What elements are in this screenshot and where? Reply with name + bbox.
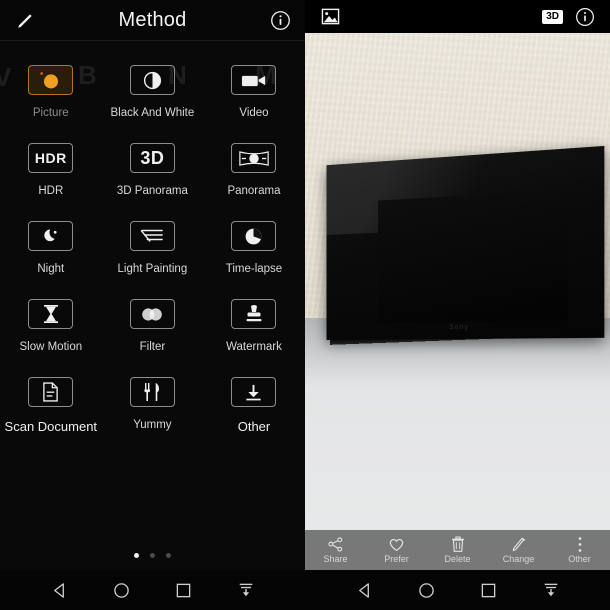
mode-item-picture[interactable]: Picture	[0, 59, 102, 137]
toolbar-label: Share	[323, 554, 348, 564]
mode-item-panorama[interactable]: Panorama	[203, 137, 305, 215]
mode-label: Picture	[32, 107, 69, 119]
photo-image[interactable]: Sony	[305, 33, 610, 573]
mode-label: Time-lapse	[225, 263, 283, 275]
hdr-text-icon: HDR	[28, 143, 74, 173]
page-title: Method	[118, 9, 187, 31]
recents-button[interactable]	[171, 577, 197, 603]
mode-row: Night Light Painting Time-lapse	[0, 215, 305, 293]
frame-screen	[378, 189, 568, 324]
video-camera-icon	[231, 65, 277, 95]
mode-item-other[interactable]: Other	[203, 371, 305, 452]
other-button[interactable]: Other	[551, 536, 609, 564]
speed-lines-icon	[129, 221, 175, 251]
pie-clock-icon	[231, 221, 277, 251]
mode-label: Light Painting	[117, 263, 188, 275]
mode-label: HDR	[38, 185, 64, 197]
kebab-menu-icon	[578, 537, 581, 552]
page-dot-3[interactable]	[166, 553, 171, 558]
mode-item-night[interactable]: Night	[0, 215, 102, 293]
mode-item-3d-panorama[interactable]: 3D 3D Panorama	[102, 137, 204, 215]
toolbar-label: Prefer	[384, 554, 409, 564]
back-button[interactable]	[351, 577, 377, 603]
delete-button[interactable]: Delete	[429, 536, 487, 564]
mode-label: Panorama	[227, 185, 281, 197]
mode-row: Scan Document Yummy Other	[0, 371, 305, 452]
mode-row: HDR HDR 3D 3D Panorama Panorama	[0, 137, 305, 215]
hide-navbar-button[interactable]	[233, 577, 259, 603]
frame-brand-label: Sony	[449, 323, 469, 332]
document-icon	[28, 377, 74, 407]
mode-label: 3D Panorama	[116, 185, 188, 197]
panorama-icon	[231, 143, 277, 173]
share-nodes-icon	[328, 537, 343, 552]
camera-mode-panel: Method V B N M Picture Black And White V…	[0, 0, 305, 610]
page-dot-1[interactable]	[134, 553, 139, 558]
hourglass-icon	[28, 299, 74, 329]
mode-item-watermark[interactable]: Watermark	[203, 293, 305, 371]
prefer-button[interactable]: Prefer	[368, 536, 426, 564]
3d-text-icon: 3D	[129, 143, 175, 173]
photo-viewer-panel: 3D Sony Share Prefer Delete Change Other	[305, 0, 610, 610]
download-arrow-icon	[231, 377, 277, 407]
mode-label: Watermark	[226, 341, 282, 353]
mode-item-light-painting[interactable]: Light Painting	[102, 215, 204, 293]
mode-item-scan-document[interactable]: Scan Document	[0, 371, 102, 452]
page-indicator	[0, 553, 305, 558]
mode-row: Picture Black And White Video	[0, 59, 305, 137]
camera-icon	[28, 65, 74, 95]
back-button[interactable]	[46, 577, 72, 603]
mode-item-slow-motion[interactable]: Slow Motion	[0, 293, 102, 371]
three-d-icon-text: 3D	[140, 147, 165, 168]
trash-icon	[451, 536, 464, 552]
mode-label: Slow Motion	[19, 341, 83, 353]
mode-item-video[interactable]: Video	[203, 59, 305, 137]
mode-item-hdr[interactable]: HDR HDR	[0, 137, 102, 215]
mode-item-time-lapse[interactable]: Time-lapse	[203, 215, 305, 293]
mode-row: Slow Motion Filter Watermark	[0, 293, 305, 371]
home-button[interactable]	[413, 577, 439, 603]
3d-badge[interactable]: 3D	[542, 9, 563, 24]
pencil-edit-icon	[512, 537, 526, 552]
mode-label: Other	[237, 419, 271, 434]
mode-grid: Picture Black And White Video HDR HDR 3D…	[0, 41, 305, 452]
hdr-icon-text: HDR	[34, 150, 67, 166]
toolbar-label: Other	[568, 554, 591, 564]
recents-button[interactable]	[476, 577, 502, 603]
home-button[interactable]	[108, 577, 134, 603]
contrast-circle-icon	[129, 65, 175, 95]
mode-label: Filter	[139, 341, 166, 353]
mode-item-filter[interactable]: Filter	[102, 293, 204, 371]
two-circles-icon	[129, 299, 175, 329]
digital-photo-frame: Sony	[326, 145, 605, 341]
fork-knife-icon	[129, 377, 175, 407]
mode-label: Scan Document	[4, 419, 98, 434]
mode-label: Yummy	[133, 419, 172, 431]
moon-star-icon	[28, 221, 74, 251]
viewer-header: 3D	[305, 0, 610, 33]
heart-icon	[389, 538, 404, 552]
mode-label: Black And White	[110, 107, 195, 119]
info-icon[interactable]	[572, 4, 598, 30]
toolbar-label: Change	[502, 554, 535, 564]
mode-label: Video	[239, 107, 269, 119]
screenshot-root: Method V B N M Picture Black And White V…	[0, 0, 610, 610]
hide-navbar-button[interactable]	[538, 577, 564, 603]
info-icon[interactable]	[267, 8, 293, 34]
mode-item-yummy[interactable]: Yummy	[102, 371, 204, 452]
mode-label: Night	[37, 263, 65, 275]
toolbar-label: Delete	[444, 554, 471, 564]
page-dot-2[interactable]	[150, 553, 155, 558]
mode-item-black-and-white[interactable]: Black And White	[102, 59, 204, 137]
pencil-icon[interactable]	[12, 8, 38, 34]
image-icon[interactable]	[317, 4, 343, 30]
share-button[interactable]: Share	[307, 536, 365, 564]
change-button[interactable]: Change	[490, 536, 548, 564]
system-navbar-left	[0, 570, 305, 610]
photo-action-toolbar: Share Prefer Delete Change Other	[305, 530, 610, 570]
stamp-icon	[231, 299, 277, 329]
mode-panel-header: Method	[0, 0, 305, 41]
system-navbar-right	[305, 570, 610, 610]
